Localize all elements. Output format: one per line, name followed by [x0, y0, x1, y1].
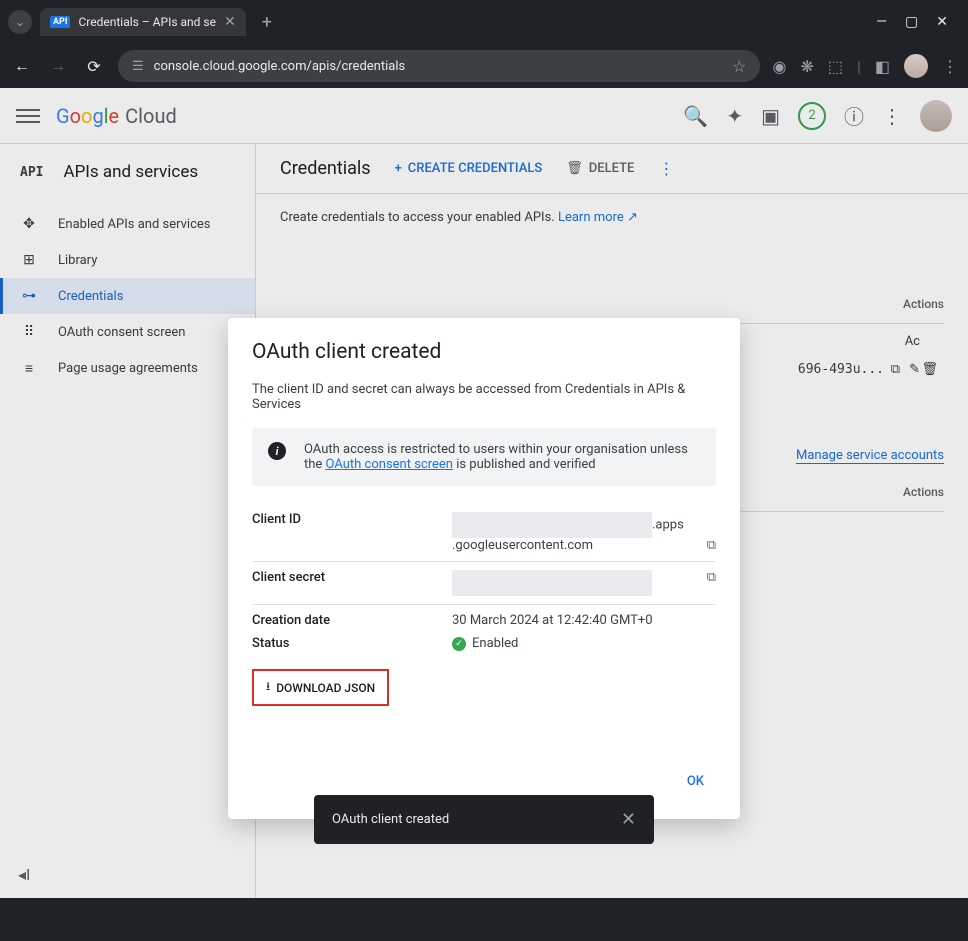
- minimize-icon[interactable]: —: [876, 14, 887, 30]
- copy-client-id-icon[interactable]: ⧉: [707, 538, 716, 553]
- tab-bar: ⌄ API Credentials – APIs and se ✕ + — ▢ …: [0, 0, 968, 44]
- status-value: Enabled: [472, 636, 518, 651]
- page: Google Cloud 🔍 ✦ ▣ 2 ⓘ ⋮ API APIs and se…: [0, 88, 968, 898]
- tab-title: Credentials – APIs and se: [78, 15, 215, 29]
- client-secret-redacted: [452, 570, 652, 596]
- close-window-icon[interactable]: ✕: [936, 14, 948, 30]
- bookmark-icon[interactable]: ☆: [732, 57, 746, 76]
- forward-button[interactable]: →: [46, 56, 70, 76]
- chrome-menu-icon[interactable]: ⋮: [942, 57, 958, 76]
- copy-client-secret-icon[interactable]: ⧉: [707, 570, 716, 585]
- extensions-icon[interactable]: ⬚: [828, 57, 843, 76]
- dialog-title: OAuth client created: [252, 340, 716, 364]
- toast-message: OAuth client created: [332, 812, 449, 827]
- oauth-client-dialog: OAuth client created The client ID and s…: [228, 318, 740, 819]
- tab-favicon: API: [50, 16, 70, 28]
- dialog-description: The client ID and secret can always be a…: [252, 382, 716, 412]
- window-controls: — ▢ ✕: [876, 14, 960, 30]
- check-circle-icon: ✓: [452, 637, 466, 651]
- profile-avatar[interactable]: [904, 54, 928, 78]
- side-panel-icon[interactable]: ◧: [875, 57, 890, 76]
- address-bar: ← → ⟳ ☰ console.cloud.google.com/apis/cr…: [0, 44, 968, 88]
- toast: OAuth client created ✕: [314, 795, 654, 844]
- info-banner: i OAuth access is restricted to users wi…: [252, 428, 716, 486]
- client-secret-label: Client secret: [252, 570, 452, 585]
- tab-search-dropdown[interactable]: ⌄: [8, 10, 32, 34]
- url-text: console.cloud.google.com/apis/credential…: [154, 59, 722, 74]
- download-json-button[interactable]: ⭳ DOWNLOAD JSON: [252, 669, 389, 706]
- extension-icon-2[interactable]: ❋: [800, 57, 813, 76]
- back-button[interactable]: ←: [10, 56, 34, 76]
- url-bar[interactable]: ☰ console.cloud.google.com/apis/credenti…: [118, 50, 760, 82]
- maximize-icon[interactable]: ▢: [905, 14, 918, 30]
- new-tab-button[interactable]: +: [254, 12, 280, 33]
- extension-icon-1[interactable]: ◉: [772, 57, 786, 76]
- creation-date-label: Creation date: [252, 613, 452, 628]
- separator: |: [857, 57, 861, 76]
- close-tab-icon[interactable]: ✕: [224, 14, 236, 30]
- reload-button[interactable]: ⟳: [82, 57, 106, 76]
- oauth-consent-link[interactable]: OAuth consent screen: [326, 457, 453, 472]
- browser-chrome: ⌄ API Credentials – APIs and se ✕ + — ▢ …: [0, 0, 968, 88]
- info-icon: i: [268, 442, 286, 460]
- browser-tab[interactable]: API Credentials – APIs and se ✕: [40, 8, 246, 36]
- client-id-label: Client ID: [252, 512, 452, 527]
- toast-close-icon[interactable]: ✕: [621, 809, 636, 830]
- status-label: Status: [252, 636, 452, 651]
- ok-button[interactable]: OK: [675, 766, 716, 797]
- dialog-scrim[interactable]: OAuth client created The client ID and s…: [0, 88, 968, 898]
- site-info-icon[interactable]: ☰: [132, 59, 144, 74]
- download-icon: ⭳: [266, 677, 270, 698]
- client-id-redacted: [452, 512, 652, 538]
- creation-date-value: 30 March 2024 at 12:42:40 GMT+0: [452, 613, 716, 628]
